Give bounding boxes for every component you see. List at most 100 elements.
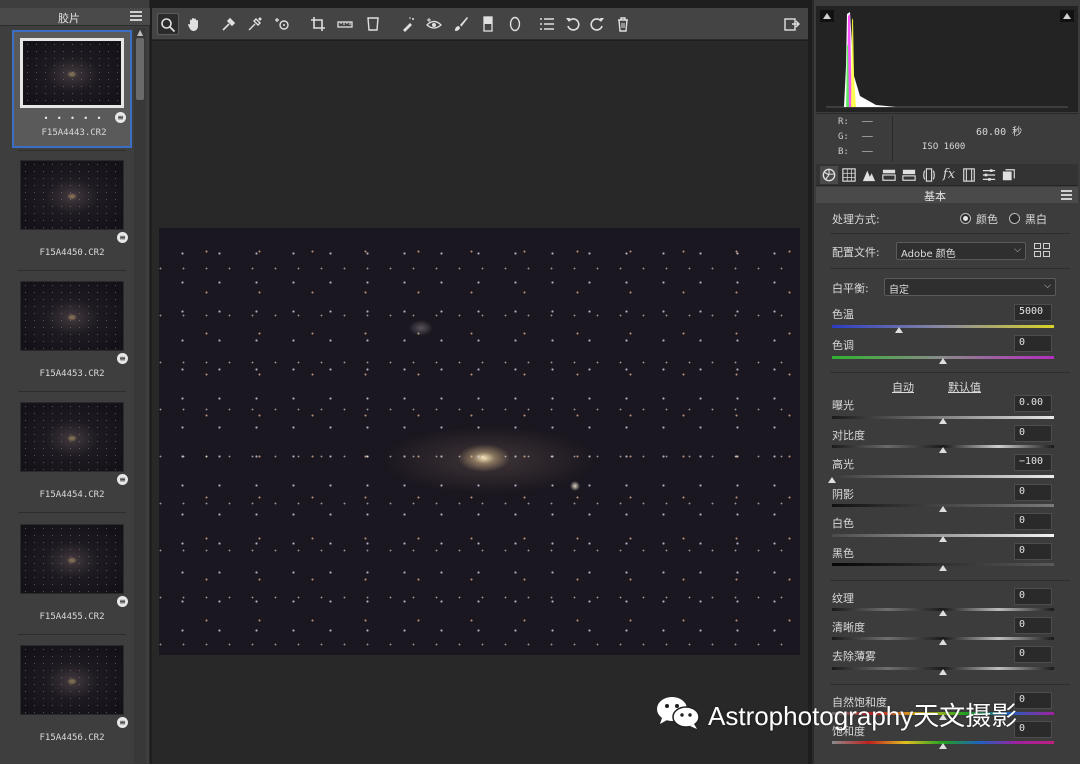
whites-label: 白色 — [832, 517, 854, 530]
shutter-speed: 60.00 秒 — [976, 127, 1023, 138]
transform-tool-icon[interactable] — [362, 13, 384, 35]
treatment-bw-radio[interactable] — [1009, 213, 1020, 224]
straighten-tool-icon[interactable] — [334, 13, 356, 35]
film-filename: F15A4453.CR2 — [39, 369, 105, 379]
filmstrip-menu-icon[interactable] — [130, 11, 142, 22]
blacks-input[interactable]: 0 — [1014, 543, 1052, 560]
clarity-label: 清晰度 — [832, 621, 865, 634]
crop-tool-icon[interactable] — [307, 13, 329, 35]
exposure-slider-handle[interactable] — [939, 418, 947, 424]
shadows-input[interactable]: 0 — [1014, 484, 1052, 501]
tab-effects-fx-icon[interactable]: fx — [940, 166, 958, 184]
fullscreen-toggle-icon[interactable] — [781, 13, 803, 35]
rotate-left-icon[interactable] — [562, 13, 584, 35]
clarity-slider-handle[interactable] — [939, 639, 947, 645]
highlights-slider-track[interactable] — [832, 475, 1054, 478]
adjustments-panel: R: —— G: —— B: —— 60.00 秒 ISO 1600 fx 基本… — [812, 0, 1080, 764]
adjustment-brush-icon[interactable] — [450, 13, 472, 35]
contrast-slider-handle[interactable] — [939, 447, 947, 453]
filmstrip-header: 胶片 — [0, 8, 150, 26]
tab-detail-icon[interactable] — [860, 166, 878, 184]
rotate-right-icon[interactable] — [586, 13, 608, 35]
film-thumbnail — [20, 524, 124, 594]
tab-lens-corrections-icon[interactable] — [920, 166, 938, 184]
divider — [830, 684, 1070, 685]
andromeda-galaxy-photo[interactable] — [159, 228, 800, 655]
filmstrip-title: 胶片 — [58, 12, 80, 25]
zoom-tool-icon[interactable] — [157, 13, 179, 35]
highlights-input[interactable]: −100 — [1014, 454, 1052, 471]
tint-input[interactable]: 0 — [1014, 335, 1052, 352]
film-thumbnail — [20, 281, 124, 351]
treatment-bw-label[interactable]: 黑白 — [1025, 211, 1047, 227]
scrollbar-thumb[interactable] — [136, 38, 144, 100]
temperature-slider-handle[interactable] — [894, 327, 903, 333]
treatment-color-radio[interactable] — [960, 213, 971, 224]
tab-tone-curve-icon[interactable] — [840, 166, 858, 184]
profile-select[interactable]: Adobe 颜色 ⌵ — [896, 242, 1026, 260]
filmstrip-panel: 胶片 ▲ • • • • • ≡ F15A4443.CR2 ≡ F15A4450… — [0, 0, 150, 764]
saturation-slider-handle[interactable] — [939, 743, 947, 749]
edit-badge-icon: ≡ — [117, 474, 128, 485]
whites-slider-handle[interactable] — [939, 536, 947, 542]
histogram-graph — [826, 12, 1068, 108]
whites-input[interactable]: 0 — [1014, 513, 1052, 530]
white-balance-tool-icon[interactable] — [218, 13, 240, 35]
white-balance-select[interactable]: 自定 ⌵ — [884, 278, 1056, 296]
scroll-up-arrow-icon[interactable]: ▲ — [137, 28, 143, 37]
film-item-1[interactable]: • • • • • ≡ F15A4443.CR2 — [12, 30, 132, 148]
color-sampler-tool-icon[interactable] — [244, 13, 266, 35]
image-info: R: —— G: —— B: —— 60.00 秒 ISO 1600 — [816, 113, 1078, 163]
basic-panel-header: 基本 — [816, 187, 1078, 203]
film-thumbnail — [20, 402, 124, 472]
chevron-down-icon: ⌵ — [1014, 245, 1021, 255]
clarity-input[interactable]: 0 — [1014, 617, 1052, 634]
tab-presets-icon[interactable] — [980, 166, 998, 184]
film-item-5[interactable]: ≡ F15A4455.CR2 — [12, 516, 132, 634]
filmstrip-scrollbar[interactable]: ▲ — [134, 28, 146, 764]
exposure-label: 曝光 — [832, 399, 854, 412]
dehaze-slider-handle[interactable] — [939, 669, 947, 675]
tab-basic-aperture-icon[interactable] — [820, 166, 838, 184]
auto-link[interactable]: 自动 — [892, 379, 914, 395]
hand-tool-icon[interactable] — [183, 13, 205, 35]
default-link[interactable]: 默认值 — [948, 379, 981, 395]
shadows-slider-handle[interactable] — [939, 506, 947, 512]
treatment-label: 处理方式: — [832, 213, 880, 226]
graduated-filter-icon[interactable] — [477, 13, 499, 35]
contrast-input[interactable]: 0 — [1014, 425, 1052, 442]
temperature-slider-track[interactable] — [832, 325, 1054, 328]
profile-browser-grid-icon[interactable] — [1034, 243, 1051, 258]
treatment-color-label[interactable]: 颜色 — [976, 211, 998, 227]
texture-input[interactable]: 0 — [1014, 588, 1052, 605]
tab-split-toning-icon[interactable] — [900, 166, 918, 184]
tab-calibration-icon[interactable] — [960, 166, 978, 184]
exposure-input[interactable]: 0.00 — [1014, 395, 1052, 412]
panel-menu-icon[interactable] — [1061, 190, 1072, 202]
highlights-slider-handle[interactable] — [828, 477, 836, 483]
dehaze-input[interactable]: 0 — [1014, 646, 1052, 663]
radial-filter-icon[interactable] — [504, 13, 526, 35]
film-filename: F15A4450.CR2 — [39, 248, 105, 258]
edit-badge-icon: ≡ — [117, 353, 128, 364]
wechat-logo-icon — [657, 697, 700, 729]
edit-badge-icon: ≡ — [117, 717, 128, 728]
targeted-adjustment-tool-icon[interactable] — [272, 13, 294, 35]
divider — [18, 391, 126, 392]
texture-slider-handle[interactable] — [939, 610, 947, 616]
film-filename: F15A4455.CR2 — [39, 612, 105, 622]
film-item-4[interactable]: ≡ F15A4454.CR2 — [12, 394, 132, 512]
red-eye-tool-icon[interactable] — [423, 13, 445, 35]
tab-hsl-icon[interactable] — [880, 166, 898, 184]
trash-icon[interactable] — [612, 13, 634, 35]
preferences-list-icon[interactable] — [536, 13, 558, 35]
film-item-2[interactable]: ≡ F15A4450.CR2 — [12, 152, 132, 270]
film-item-6[interactable]: ≡ F15A4456.CR2 — [12, 637, 132, 755]
tint-slider-handle[interactable] — [939, 358, 947, 364]
blacks-slider-handle[interactable] — [939, 565, 947, 571]
b-readout-label: B: — [838, 147, 849, 157]
spot-removal-tool-icon[interactable] — [397, 13, 419, 35]
tab-snapshots-icon[interactable] — [1000, 166, 1018, 184]
temperature-input[interactable]: 5000 — [1014, 304, 1052, 321]
film-item-3[interactable]: ≡ F15A4453.CR2 — [12, 273, 132, 391]
